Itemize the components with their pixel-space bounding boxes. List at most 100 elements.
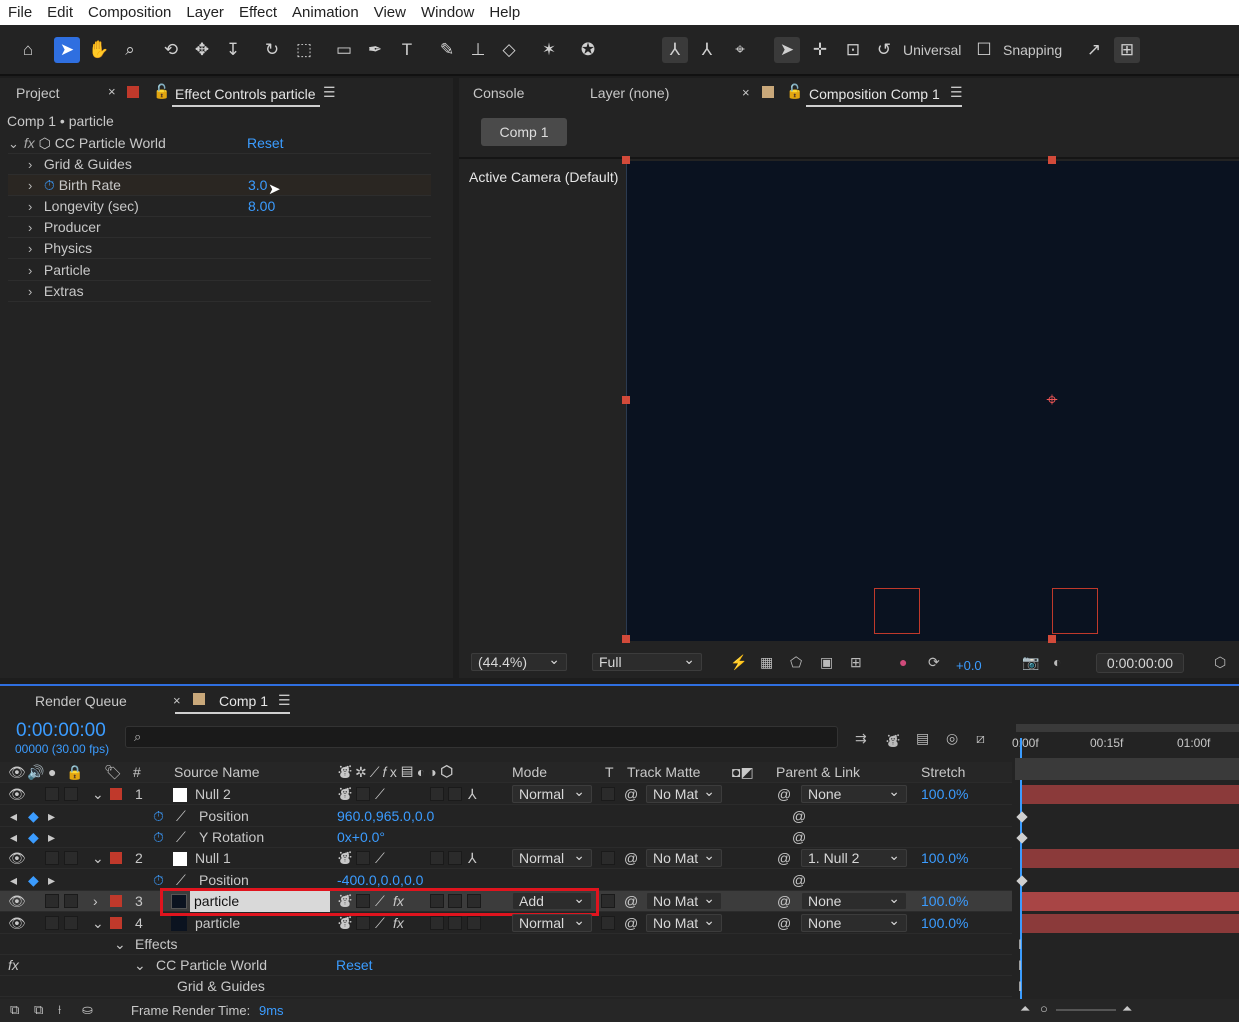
property-extras[interactable]: › Extras <box>8 281 431 302</box>
switch-box[interactable] <box>356 787 370 801</box>
frame-blending-icon[interactable]: ▤ <box>916 730 929 747</box>
layer-name[interactable]: particle <box>195 913 240 934</box>
in-out-icon[interactable]: ⟊ <box>58 1002 61 1018</box>
zoom-slider-handle[interactable]: ○ <box>1040 1001 1048 1016</box>
3d-layer-icon[interactable]: ⅄ <box>468 784 477 805</box>
stopwatch-icon[interactable]: ⏱ <box>153 806 164 827</box>
rotate-tool-icon[interactable]: ↻ <box>259 37 285 63</box>
dolly-camera-icon[interactable]: ↧ <box>220 37 246 63</box>
search-input[interactable]: ⌕ <box>125 726 838 748</box>
pickwhip-icon[interactable]: @ <box>792 870 806 891</box>
switch-box[interactable] <box>430 787 444 801</box>
bounding-handle[interactable] <box>622 156 630 164</box>
fx-icon[interactable]: fx <box>24 135 35 151</box>
chevron-right-icon[interactable]: › <box>93 891 98 912</box>
keyframe-marker[interactable] <box>1016 811 1028 823</box>
world-axis-icon[interactable]: ⅄ <box>694 37 720 63</box>
puppet-pin-icon[interactable]: ✪ <box>575 37 601 63</box>
label-color-box[interactable] <box>110 895 122 907</box>
clone-stamp-icon[interactable]: ⊥ <box>465 37 491 63</box>
mask-path-icon[interactable]: ⬠ <box>790 654 802 671</box>
hand-tool-icon[interactable]: ✋ <box>86 37 112 63</box>
graph-editor-icon[interactable]: ⧄ <box>976 730 985 747</box>
keyframe-icon[interactable]: ◆ <box>28 806 39 827</box>
pickwhip-icon[interactable]: @ <box>624 848 638 869</box>
layer-name[interactable]: Null 2 <box>195 784 231 805</box>
property-row-y-rotation[interactable]: ◂ ◆ ▸ ⏱ ⟋ Y Rotation 0x+0.0° @ <box>0 827 1012 848</box>
panel-menu-icon[interactable]: ☰ <box>278 692 291 709</box>
layer-duration-bar[interactable] <box>1022 849 1239 868</box>
column-source-name[interactable]: Source Name <box>174 762 260 783</box>
property-row-position[interactable]: ◂ ◆ ▸ ⏱ ⟋ Position 960.0,965.0,0.0 @ <box>0 806 1012 827</box>
keyframe-icon[interactable]: ◆ <box>28 870 39 891</box>
graph-icon[interactable]: ⟋ <box>176 806 186 827</box>
selection-tool-icon[interactable]: ➤ <box>54 37 80 63</box>
property-longevity[interactable]: › Longevity (sec) 8.00 <box>8 196 431 217</box>
tab-layer[interactable]: Layer (none) <box>590 85 669 101</box>
transfer-controls-icon[interactable]: ⧉ <box>34 1002 43 1018</box>
home-icon[interactable]: ⌂ <box>15 37 41 63</box>
render-time-icon[interactable]: ⛀ <box>82 1002 93 1018</box>
switch-box[interactable] <box>430 916 444 930</box>
track-matte-dropdown[interactable]: No Mat <box>646 783 722 803</box>
mode-dropdown[interactable]: Normal <box>512 847 592 867</box>
rectangle-tool-icon[interactable]: ▭ <box>331 37 357 63</box>
column-mode[interactable]: Mode <box>512 762 547 783</box>
zoom-tool-icon[interactable]: ⌕ <box>117 37 143 63</box>
stretch-value[interactable]: 100.0% <box>921 784 968 805</box>
tab-composition[interactable]: Composition Comp 1 <box>809 86 940 102</box>
scale-3d-icon[interactable]: ⊡ <box>840 37 866 63</box>
show-snapshot-icon[interactable]: ◐ <box>1053 654 1061 670</box>
shy-switch-icon[interactable]: ⛇ <box>338 784 352 805</box>
chevron-right-icon[interactable]: › <box>28 260 40 281</box>
prev-keyframe-icon[interactable]: ◂ <box>10 827 17 848</box>
longevity-value[interactable]: 8.00 <box>248 196 275 217</box>
lock-icon[interactable]: 🔓 <box>786 83 803 100</box>
effects-group-row[interactable]: ⌄ Effects <box>0 934 1012 955</box>
pen-tool-icon[interactable]: ✒ <box>362 37 388 63</box>
visibility-eye-icon[interactable]: 👁 <box>8 784 26 805</box>
work-area-bar[interactable] <box>1016 724 1239 732</box>
shy-switch-icon[interactable]: ⛇ <box>338 913 352 934</box>
keyframe-icon[interactable]: ◆ <box>28 827 39 848</box>
snapping-label[interactable]: Snapping <box>1003 42 1062 58</box>
chevron-down-icon[interactable]: ⌄ <box>114 934 126 955</box>
exposure-value[interactable]: +0.0 <box>956 658 982 673</box>
fx-icon[interactable]: fx <box>8 955 19 976</box>
snapping-checkbox[interactable]: ☐ <box>971 37 997 63</box>
lock-box[interactable] <box>64 787 78 801</box>
switch-box[interactable] <box>356 851 370 865</box>
roto-brush-icon[interactable]: ✶ <box>536 37 562 63</box>
close-icon[interactable]: × <box>173 693 181 708</box>
quality-switch-icon[interactable]: ⟋ <box>375 848 385 869</box>
eraser-tool-icon[interactable]: ◇ <box>496 37 522 63</box>
prev-keyframe-icon[interactable]: ◂ <box>10 806 17 827</box>
visibility-eye-icon[interactable]: 👁 <box>8 891 26 912</box>
zoom-out-icon[interactable]: ⏶ <box>1020 1001 1030 1017</box>
comp-timecode[interactable]: 0:00:00:00 <box>1096 653 1184 673</box>
switch-box[interactable] <box>430 851 444 865</box>
chevron-right-icon[interactable]: › <box>28 238 40 259</box>
type-tool-icon[interactable]: T <box>394 37 420 63</box>
chevron-right-icon[interactable]: › <box>28 154 40 175</box>
column-parent[interactable]: Parent & Link <box>776 762 860 783</box>
effect-header-row[interactable]: ⌄ fx ⬡ CC Particle World Reset <box>8 133 431 154</box>
pickwhip-icon[interactable]: @ <box>624 891 638 912</box>
pickwhip-icon[interactable]: @ <box>777 891 791 912</box>
timeline-timecode[interactable]: 0:00:00:00 <box>16 720 106 742</box>
chevron-down-icon[interactable]: ⌄ <box>92 784 104 805</box>
next-keyframe-icon[interactable]: ▸ <box>48 827 55 848</box>
close-icon[interactable]: × <box>108 84 116 99</box>
next-keyframe-icon[interactable]: ▸ <box>48 870 55 891</box>
chevron-right-icon[interactable]: › <box>28 175 40 196</box>
switch-box[interactable] <box>448 916 462 930</box>
menu-animation[interactable]: Animation <box>284 4 366 21</box>
reset-link[interactable]: Reset <box>336 955 373 976</box>
fast-preview-icon[interactable]: ⚡ <box>730 654 747 671</box>
mode-dropdown[interactable]: Normal <box>512 783 592 803</box>
lock-box[interactable] <box>64 851 78 865</box>
track-matte-dropdown[interactable]: No Mat <box>646 912 722 932</box>
stretch-value[interactable]: 100.0% <box>921 891 968 912</box>
next-keyframe-icon[interactable]: ▸ <box>48 806 55 827</box>
chevron-down-icon[interactable]: ⌄ <box>134 955 146 976</box>
